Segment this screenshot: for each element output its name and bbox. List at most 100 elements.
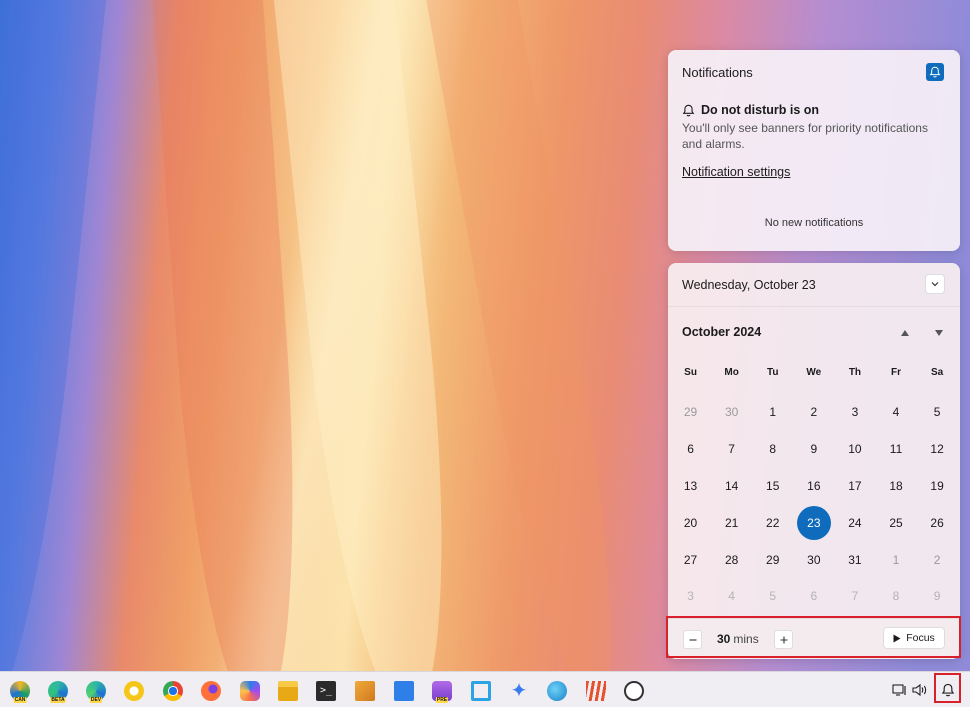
calendar-day[interactable]: 22 xyxy=(752,504,793,541)
calendar-day[interactable]: 2 xyxy=(793,394,834,431)
calendar-day[interactable]: 7 xyxy=(711,431,752,468)
focus-highlight-box xyxy=(666,616,961,658)
firefox-icon[interactable] xyxy=(201,681,221,701)
wallpaper-ray xyxy=(270,0,470,707)
weekday-header: Su Mo Tu We Th Fr Sa xyxy=(670,367,958,378)
calendar-grid: 29 30 1 2 3 4 5 6 7 8 9 10 11 12 13 14 1… xyxy=(670,394,958,615)
calendar-full-date: Wednesday, October 23 xyxy=(682,278,816,292)
calendar-day[interactable]: 15 xyxy=(752,468,793,505)
calendar-day-today[interactable]: 23 xyxy=(793,504,834,541)
calendar-day-other-month[interactable]: 5 xyxy=(752,578,793,615)
app-w-icon[interactable] xyxy=(586,681,606,701)
calendar-day-other-month[interactable]: 3 xyxy=(670,578,711,615)
home-pre-icon[interactable]: PRE xyxy=(432,681,452,703)
weekday-label: Su xyxy=(684,367,697,378)
calendar-day-other-month[interactable]: 9 xyxy=(917,578,958,615)
calendar-day[interactable]: 5 xyxy=(917,394,958,431)
calendar-day-other-month[interactable]: 29 xyxy=(670,394,711,431)
calendar-day[interactable]: 25 xyxy=(875,504,916,541)
chevron-down-icon xyxy=(931,282,939,287)
month-label[interactable]: October 2024 xyxy=(682,325,761,339)
volume-icon[interactable] xyxy=(912,682,928,698)
calendar-day[interactable]: 1 xyxy=(752,394,793,431)
no-notifications-text: No new notifications xyxy=(764,217,864,229)
calendar-day-other-month[interactable]: 6 xyxy=(793,578,834,615)
calendar-day-other-month[interactable]: 4 xyxy=(711,578,752,615)
network-icon[interactable] xyxy=(892,682,908,698)
file-explorer-icon[interactable] xyxy=(278,681,298,701)
edge-beta-icon[interactable]: BETA xyxy=(48,681,68,703)
today-marker: 23 xyxy=(796,505,831,540)
dnd-description: You'll only see banners for priority not… xyxy=(682,121,928,151)
edge-dev-icon[interactable]: DEV xyxy=(86,681,106,703)
triangle-down-icon xyxy=(935,330,943,336)
app-badge: DEV xyxy=(89,697,103,703)
calendar-day[interactable]: 31 xyxy=(834,541,875,578)
next-month-button[interactable] xyxy=(933,326,945,338)
calendar-day[interactable]: 12 xyxy=(917,431,958,468)
calendar-panel: Wednesday, October 23 October 2024 Su Mo… xyxy=(668,263,960,659)
wallpaper-ray xyxy=(420,0,642,707)
weekday-label: Th xyxy=(848,367,862,378)
calendar-day[interactable]: 21 xyxy=(711,504,752,541)
globe-icon[interactable] xyxy=(547,681,567,701)
calendar-day-other-month[interactable]: 1 xyxy=(875,541,916,578)
weekday-label: Mo xyxy=(724,367,739,378)
calendar-day[interactable]: 14 xyxy=(711,468,752,505)
weekday-label: Tu xyxy=(766,367,779,378)
weekday-label: We xyxy=(806,367,822,378)
divider xyxy=(668,306,960,307)
chrome-canary-icon[interactable] xyxy=(124,681,144,701)
calendar-day[interactable]: 18 xyxy=(875,468,916,505)
terminal-icon[interactable]: >_ xyxy=(316,681,336,701)
calendar-day[interactable]: 27 xyxy=(670,541,711,578)
document-icon[interactable] xyxy=(394,681,414,701)
wallpaper-ray xyxy=(0,0,110,707)
calendar-day-other-month[interactable]: 30 xyxy=(711,394,752,431)
calendar-day[interactable]: 11 xyxy=(875,431,916,468)
calendar-day[interactable]: 20 xyxy=(670,504,711,541)
weekday-label: Sa xyxy=(930,367,944,378)
bell-snooze-icon xyxy=(682,104,695,116)
edge-canary-icon[interactable]: CAN xyxy=(10,681,30,703)
calendar-day-other-month[interactable]: 8 xyxy=(875,578,916,615)
calendar-day[interactable]: 13 xyxy=(670,468,711,505)
notepad-icon[interactable] xyxy=(355,681,375,701)
app-badge: CAN xyxy=(13,697,27,703)
chrome-icon[interactable] xyxy=(163,681,183,701)
calendar-day[interactable]: 28 xyxy=(711,541,752,578)
app-badge: BETA xyxy=(50,697,66,703)
notifications-title: Notifications xyxy=(682,65,753,80)
calendar-day[interactable]: 17 xyxy=(834,468,875,505)
calendar-day-other-month[interactable]: 7 xyxy=(834,578,875,615)
app-badge: PRE xyxy=(435,697,449,703)
snipping-tool-icon[interactable] xyxy=(471,681,491,701)
triangle-up-icon xyxy=(901,330,909,336)
weekday-label: Fr xyxy=(891,367,902,378)
calendar-day[interactable]: 24 xyxy=(834,504,875,541)
notification-center: Notifications Do not disturb is on You'l… xyxy=(668,50,960,251)
calendar-day[interactable]: 3 xyxy=(834,394,875,431)
calendar-day[interactable]: 4 xyxy=(875,394,916,431)
clock-icon[interactable] xyxy=(624,681,644,701)
calendar-day[interactable]: 16 xyxy=(793,468,834,505)
taskbar: CAN BETA DEV >_ PRE ✦ xyxy=(0,671,970,707)
calendar-collapse-button[interactable] xyxy=(925,274,945,294)
sparkle-icon[interactable]: ✦ xyxy=(509,681,529,701)
dnd-status: Do not disturb is on xyxy=(682,103,819,117)
bell-snooze-icon xyxy=(929,66,941,78)
do-not-disturb-toggle[interactable] xyxy=(926,63,944,81)
calendar-day[interactable]: 8 xyxy=(752,431,793,468)
calendar-day[interactable]: 6 xyxy=(670,431,711,468)
calendar-day[interactable]: 19 xyxy=(917,468,958,505)
copilot-icon[interactable] xyxy=(240,681,260,701)
calendar-day[interactable]: 30 xyxy=(793,541,834,578)
calendar-day[interactable]: 26 xyxy=(917,504,958,541)
calendar-day-other-month[interactable]: 2 xyxy=(917,541,958,578)
calendar-day[interactable]: 29 xyxy=(752,541,793,578)
calendar-day[interactable]: 10 xyxy=(834,431,875,468)
notification-settings-link[interactable]: Notification settings xyxy=(682,165,790,179)
dnd-highlight-box xyxy=(934,673,961,703)
calendar-day[interactable]: 9 xyxy=(793,431,834,468)
previous-month-button[interactable] xyxy=(899,326,911,338)
